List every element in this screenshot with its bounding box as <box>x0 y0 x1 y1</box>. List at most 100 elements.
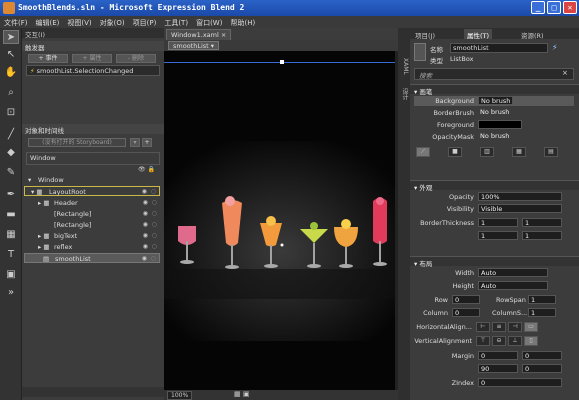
selection-tool-icon[interactable]: ➤ <box>3 30 19 44</box>
gradient-brush-icon[interactable]: ▥ <box>480 147 494 157</box>
align-center-icon[interactable]: ≡ <box>492 322 506 332</box>
prop-value[interactable]: No brush <box>478 132 512 141</box>
prop-value[interactable] <box>478 120 522 129</box>
tree-row-rectangle[interactable]: [Rectangle] ◉ ○ <box>24 209 160 219</box>
close-button[interactable]: ✕ <box>563 1 577 14</box>
text-tool-icon[interactable]: T <box>3 248 19 262</box>
border-top-input[interactable]: 1 <box>522 218 562 227</box>
minimize-button[interactable]: _ <box>531 1 545 14</box>
tree-row-layoutroot[interactable]: ▾ ▦ LayoutRoot ◉ ○ <box>24 186 160 196</box>
rowspan-input[interactable]: 1 <box>528 295 556 304</box>
tree-row-window[interactable]: ▾ Window <box>24 175 160 185</box>
valign-bottom-icon[interactable]: ⊥ <box>508 336 522 346</box>
valign-center-icon[interactable]: ⊖ <box>492 336 506 346</box>
width-input[interactable]: Auto <box>478 268 548 277</box>
columnspan-input[interactable]: 1 <box>528 308 556 317</box>
prop-foreground[interactable]: Foreground <box>414 120 574 130</box>
pan-tool-icon[interactable]: ✋ <box>3 66 19 80</box>
eye-icon[interactable]: ◉ <box>143 243 148 250</box>
add-event-button[interactable]: + 事件 <box>28 54 68 63</box>
design-view-tab[interactable]: 设计 <box>399 88 409 100</box>
clear-search-icon[interactable]: × <box>562 69 568 77</box>
prop-value[interactable]: No brush <box>478 96 514 105</box>
tab-project[interactable]: 项目(J) <box>412 29 438 40</box>
eye-icon[interactable]: ◉ <box>142 188 147 195</box>
zoom-tool-icon[interactable]: ⌕ <box>3 86 19 100</box>
eye-icon[interactable]: ◉ <box>142 255 147 262</box>
tab-window1-xaml[interactable]: Window1.xaml × <box>166 29 232 40</box>
column-input[interactable]: 0 <box>452 308 480 317</box>
prop-background[interactable]: Background No brush <box>414 96 574 106</box>
tab-properties[interactable]: 属性(T) <box>464 29 493 40</box>
border-bottom-input[interactable]: 1 <box>522 231 562 240</box>
pen-tool-icon[interactable]: ✒ <box>3 188 19 202</box>
margin-top-input[interactable]: 90 <box>478 364 518 373</box>
prop-borderthickness-2[interactable]: 11 <box>414 231 574 241</box>
visibility-toggle-icon[interactable]: 👁 🔒 <box>138 166 155 173</box>
no-brush-icon[interactable]: ⟋ <box>416 147 430 157</box>
tree-row-header[interactable]: ▸ ▦ Header ◉ ○ <box>24 198 160 208</box>
scope-bar[interactable]: Window <box>26 152 160 165</box>
prop-halign[interactable]: HorizontalAlign... ⊢ ≡ ⊣ ▭ <box>414 322 574 332</box>
tree-row-bigtext[interactable]: ▸ ▦ bigText ◉ ○ <box>24 231 160 241</box>
paint-bucket-tool-icon[interactable]: ◆ <box>3 146 19 160</box>
zoom-selector[interactable]: 100% <box>167 391 193 400</box>
prop-row[interactable]: Row 0 RowSpan 1 <box>414 295 574 305</box>
eye-icon[interactable]: ◉ <box>143 199 148 206</box>
margin-left-input[interactable]: 0 <box>478 351 518 360</box>
lock-dot-icon[interactable]: ○ <box>152 199 157 206</box>
close-tab-icon[interactable]: × <box>221 31 226 39</box>
brush-tool-icon[interactable]: ✎ <box>3 166 19 180</box>
tree-row-smoothlist[interactable]: ▤ smoothList ◉ ○ <box>24 253 160 263</box>
xaml-view-tab[interactable]: XAML <box>399 58 409 75</box>
prop-borderbrush[interactable]: BorderBrush No brush <box>414 108 574 118</box>
eye-icon[interactable]: ◉ <box>143 232 148 239</box>
lock-dot-icon[interactable]: ○ <box>152 210 157 217</box>
tile-brush-icon[interactable]: ▦ <box>512 147 526 157</box>
storyboard-picker[interactable]: (没有打开的 Storyboard) <box>28 138 126 147</box>
breadcrumb-item[interactable]: smoothList ▾ <box>168 41 220 50</box>
lock-dot-icon[interactable]: ○ <box>151 255 156 262</box>
prop-opacitymask[interactable]: OpacityMask No brush <box>414 132 574 142</box>
align-right-icon[interactable]: ⊣ <box>508 322 522 332</box>
prop-value[interactable]: No brush <box>478 108 512 117</box>
camera-tool-icon[interactable]: ⊡ <box>3 106 19 120</box>
prop-height[interactable]: Height Auto <box>414 281 574 291</box>
add-storyboard-button[interactable]: + <box>142 138 152 147</box>
add-property-button[interactable]: + 属性 <box>72 54 112 63</box>
margin-right-input[interactable]: 0 <box>522 351 562 360</box>
row-input[interactable]: 0 <box>452 295 480 304</box>
valign-top-icon[interactable]: ⊤ <box>476 336 490 346</box>
delete-trigger-button[interactable]: - 删除 <box>116 54 156 63</box>
prop-margin[interactable]: Margin 0 0 <box>414 351 574 361</box>
eye-icon[interactable]: ◉ <box>143 221 148 228</box>
valign-stretch-icon[interactable]: ▯ <box>524 336 538 346</box>
rectangle-tool-icon[interactable]: ▬ <box>3 208 19 222</box>
maximize-button[interactable]: □ <box>547 1 561 14</box>
align-left-icon[interactable]: ⊢ <box>476 322 490 332</box>
opacity-input[interactable]: 100% <box>478 192 562 201</box>
name-input[interactable]: smoothList <box>450 43 548 53</box>
prop-column[interactable]: Column 0 ColumnS... 1 <box>414 308 574 318</box>
storyboard-menu-icon[interactable]: ▾ <box>130 138 140 147</box>
tree-row-rectangle[interactable]: [Rectangle] ◉ ○ <box>24 220 160 230</box>
solid-brush-icon[interactable]: ■ <box>448 147 462 157</box>
more-tools-icon[interactable]: » <box>3 286 19 300</box>
lock-dot-icon[interactable]: ○ <box>152 243 157 250</box>
lock-dot-icon[interactable]: ○ <box>151 188 156 195</box>
direct-select-tool-icon[interactable]: ↖ <box>3 48 19 62</box>
lock-dot-icon[interactable]: ○ <box>152 232 157 239</box>
eyedropper-tool-icon[interactable]: ╱ <box>3 128 19 142</box>
grid-tool-icon[interactable]: ▦ <box>3 228 19 242</box>
margin-bottom-input[interactable]: 0 <box>522 364 562 373</box>
lock-dot-icon[interactable]: ○ <box>152 221 157 228</box>
tree-row-reflex[interactable]: ▸ ▦ reflex ◉ ○ <box>24 242 160 252</box>
prop-visibility[interactable]: Visibility Visible <box>414 204 574 214</box>
control-tool-icon[interactable]: ▣ <box>3 268 19 282</box>
prop-opacity[interactable]: Opacity 100% <box>414 192 574 202</box>
eye-icon[interactable]: ◉ <box>143 210 148 217</box>
zindex-input[interactable]: 0 <box>478 378 562 387</box>
trigger-item[interactable]: ⚡ smoothList.SelectionChanged <box>26 65 160 76</box>
snap-grid-icon[interactable]: ▦ ▣ <box>234 390 249 398</box>
prop-width[interactable]: Width Auto <box>414 268 574 278</box>
